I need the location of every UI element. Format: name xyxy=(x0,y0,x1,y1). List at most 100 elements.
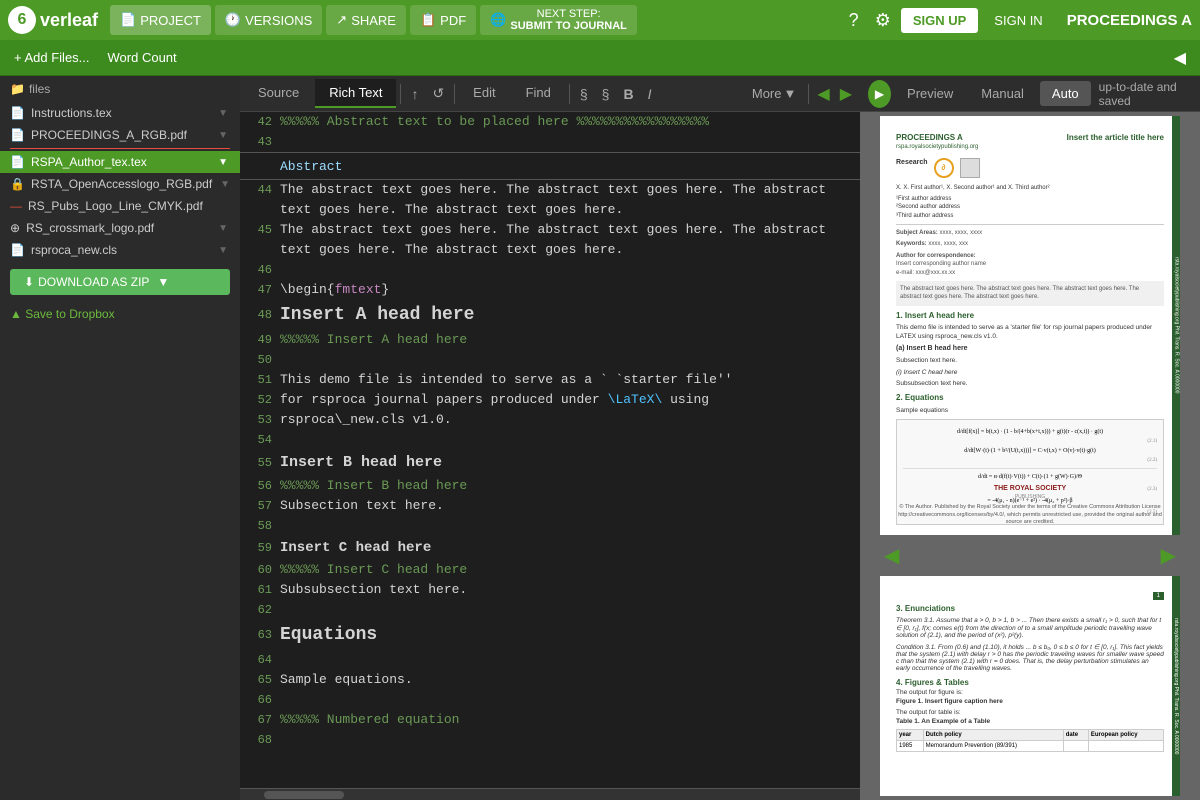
equations-heading-line: 63 Equations xyxy=(240,620,860,650)
main-layout: 📁 files 📄 Instructions.tex ▼ 📄 PROCEEDIN… xyxy=(0,76,1200,800)
overleaf-icon: 6 xyxy=(8,6,36,34)
project-button[interactable]: 📄 PROJECT xyxy=(110,5,211,35)
pdf-button[interactable]: 📋 PDF xyxy=(410,5,476,35)
settings-button[interactable]: ⚙ xyxy=(869,10,897,31)
toolbar-separator xyxy=(400,84,401,104)
preview-tab[interactable]: Preview xyxy=(895,81,965,106)
preview-toolbar: ▶ Preview Manual Auto up-to-date and sav… xyxy=(860,76,1200,112)
editor-toolbar: Source Rich Text ↑ ↺ Edit Find § § B I M… xyxy=(240,76,860,112)
code-line: 47 \begin{fmtext} xyxy=(240,280,860,300)
tex-file-icon-active: 📄 xyxy=(10,155,25,169)
code-line: 56 %%%%% Insert B head here xyxy=(240,476,860,496)
file-dropdown-button[interactable]: ▼ xyxy=(216,107,230,120)
next-page-button[interactable]: ▶ xyxy=(1161,543,1176,568)
sidebar-item-rsta-logo[interactable]: 🔒 RSTA_OpenAccesslogo_RGB.pdf ▼ xyxy=(0,173,240,195)
second-toolbar: + Add Files... Word Count ◀ xyxy=(0,40,1200,76)
preview-address-1: ¹First author address xyxy=(896,195,1164,203)
table-caption: Table 1. An Example of a Table xyxy=(896,718,1164,725)
versions-button[interactable]: 🕐 VERSIONS xyxy=(215,5,322,35)
preview-logo-placeholder xyxy=(960,158,980,178)
preview-condition-text: Condition 3.1. From (0.6) and (1.10), it… xyxy=(896,643,1164,672)
manual-tab[interactable]: Manual xyxy=(969,81,1036,106)
sidebar-item-proceedings-pdf[interactable]: 📄 PROCEEDINGS_A_RGB.pdf ▼ xyxy=(0,124,240,146)
journal-name: PROCEEDINGS A xyxy=(1067,12,1192,29)
section-icon-2[interactable]: § xyxy=(596,82,616,106)
preview-open-access-icon: ∂ xyxy=(934,158,954,178)
preview-header: PROCEEDINGS A rspa.royalsocietypublishin… xyxy=(896,132,1164,152)
page-navigation: ◀ ▶ xyxy=(864,539,1196,572)
preview-section-1-title: 1. Insert A head here xyxy=(896,310,1164,321)
next-step-button[interactable]: 🌐 NEXT STEP: SUBMIT TO JOURNAL xyxy=(480,5,637,35)
edit-button[interactable]: Edit xyxy=(459,79,509,108)
preview-sample-equations: Sample equations xyxy=(896,406,1164,415)
file-dropdown-button[interactable]: ▼ xyxy=(216,129,230,142)
scroll-right-button[interactable]: ▶ xyxy=(836,80,856,108)
preview-side-stripe: rsta.royalsocietypublishing.org Phil. Tr… xyxy=(1172,116,1180,535)
compile-button[interactable]: ▶ xyxy=(868,80,891,108)
word-count-button[interactable]: Word Count xyxy=(102,47,183,68)
table-cell-year: 1985 xyxy=(897,741,924,752)
file-dropdown-button[interactable]: ▼ xyxy=(216,244,230,257)
code-line: 43 xyxy=(240,132,860,152)
insert-button[interactable]: ↑ xyxy=(405,82,424,106)
preview-area: ▶ Preview Manual Auto up-to-date and sav… xyxy=(860,76,1200,800)
auto-tab[interactable]: Auto xyxy=(1040,81,1091,106)
preview-section-b-title: (a) Insert B head here xyxy=(896,344,1164,354)
page-number: 1 xyxy=(1153,592,1164,600)
code-line: 67 %%%%% Numbered equation xyxy=(240,710,860,730)
preview-divider xyxy=(896,224,1164,225)
preview-section-2-title: 2. Equations xyxy=(896,392,1164,403)
insert-a-head-line: 48 Insert A head here xyxy=(240,300,860,330)
abstract-section-header: Abstract xyxy=(240,152,860,180)
insert-c-head-line: 59 Insert C head here xyxy=(240,536,860,560)
code-line: 62 xyxy=(240,600,860,620)
prev-page-button[interactable]: ◀ xyxy=(884,543,899,568)
find-button[interactable]: Find xyxy=(512,79,565,108)
save-dropbox-button[interactable]: ▲ Save to Dropbox xyxy=(0,303,240,325)
code-line: 58 xyxy=(240,516,860,536)
code-line: 45 The abstract text goes here. The abst… xyxy=(240,220,860,260)
italic-button[interactable]: I xyxy=(642,82,658,106)
preview-section-c-title: (i) Insert C head here xyxy=(896,368,1164,377)
preview-enunciations-title: 3. Enunciations xyxy=(896,604,1164,613)
horizontal-scrollbar[interactable] xyxy=(240,788,860,800)
code-editor[interactable]: 42 %%%%% Abstract text to be placed here… xyxy=(240,112,860,788)
preview-article-title: Insert the article title here xyxy=(1067,132,1164,143)
collapse-sidebar-button[interactable]: ◀ xyxy=(1168,45,1192,71)
file-dropdown-button[interactable]: ▼ xyxy=(216,222,230,235)
sidebar-item-rs-pubs-logo[interactable]: — RS_Pubs_Logo_Line_CMYK.pdf xyxy=(0,195,240,217)
sidebar-item-crossmark[interactable]: ⊕ RS_crossmark_logo.pdf ▼ xyxy=(0,217,240,239)
preview-figures-title: 4. Figures & Tables xyxy=(896,678,1164,687)
section-icon-1[interactable]: § xyxy=(574,82,594,106)
sidebar-item-rspa-tex[interactable]: 📄 RSPA_Author_tex.tex ▼ xyxy=(0,151,240,173)
preview-section-1-text: This demo file is intended to serve as a… xyxy=(896,323,1164,341)
history-button[interactable]: ↺ xyxy=(426,81,450,106)
tab-rich-text[interactable]: Rich Text xyxy=(315,79,396,108)
share-button[interactable]: ↗ SHARE xyxy=(326,5,406,35)
more-button[interactable]: More ▼ xyxy=(744,82,805,105)
pdf-line-icon: — xyxy=(10,199,22,213)
add-files-button[interactable]: + Add Files... xyxy=(8,47,96,68)
tab-source[interactable]: Source xyxy=(244,79,313,108)
help-button[interactable]: ? xyxy=(843,10,865,31)
pdf-file-icon: 📄 xyxy=(10,128,25,142)
scroll-left-button[interactable]: ◀ xyxy=(813,80,833,108)
overleaf-logo[interactable]: 6 verleaf xyxy=(8,6,98,34)
sidebar-item-instructions[interactable]: 📄 Instructions.tex ▼ xyxy=(0,102,240,124)
sidebar-item-cls[interactable]: 📄 rsproca_new.cls ▼ xyxy=(0,239,240,261)
table-cell-date xyxy=(1063,741,1088,752)
file-dropdown-button[interactable]: ▼ xyxy=(216,156,230,169)
bold-button[interactable]: B xyxy=(617,82,639,106)
save-status: up-to-date and saved xyxy=(1099,80,1192,108)
insert-b-head-line: 55 Insert B head here xyxy=(240,450,860,476)
editor-area: Source Rich Text ↑ ↺ Edit Find § § B I M… xyxy=(240,76,860,800)
file-dropdown-button[interactable]: ▼ xyxy=(218,178,232,191)
download-zip-button[interactable]: ⬇ DOWNLOAD AS ZIP ▼ xyxy=(10,269,230,295)
code-line: 52 for rsproca journal papers produced u… xyxy=(240,390,860,410)
output-table-label: The output for table is: xyxy=(896,709,1164,716)
sign-in-button[interactable]: SIGN IN xyxy=(982,8,1054,33)
code-line: 54 xyxy=(240,430,860,450)
preview-content[interactable]: PROCEEDINGS A rspa.royalsocietypublishin… xyxy=(860,112,1200,800)
sign-up-button[interactable]: SIGN UP xyxy=(901,8,978,33)
globe-icon: 🌐 xyxy=(490,12,506,28)
